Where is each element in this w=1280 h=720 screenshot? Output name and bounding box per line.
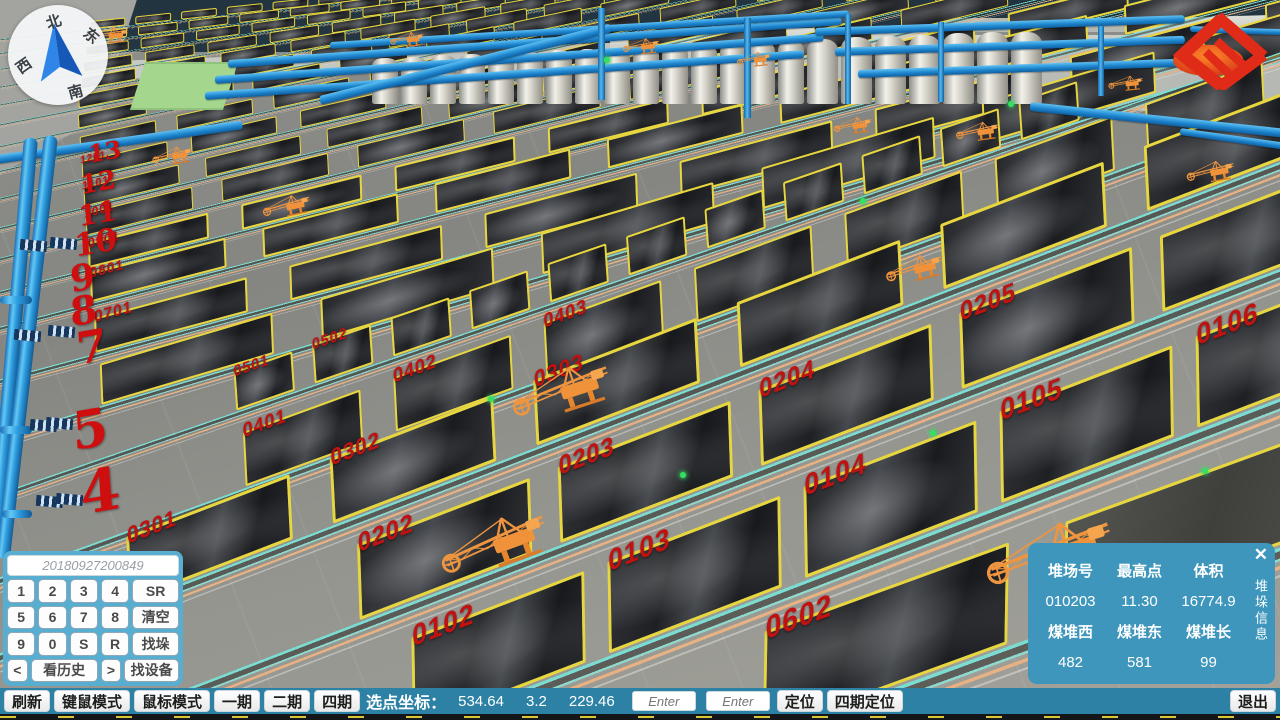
keypad-key[interactable]: 看历史 [31,659,98,683]
row-number-marker: 7 [75,323,108,372]
keyboard-mouse-mode-button[interactable]: 键鼠模式 [54,690,130,712]
status-light [1202,468,1208,474]
scene-bottom-strip [0,714,1280,720]
silo [807,39,838,105]
keypad-key[interactable]: < [7,659,28,683]
keypad-key[interactable]: 3 [70,579,98,603]
info-field-value: 11.30 [1105,593,1174,610]
keypad-key[interactable]: 6 [38,606,66,630]
exit-button[interactable]: 退出 [1230,690,1276,712]
coord-z-value: 229.46 [569,693,615,710]
keypad-key[interactable]: 找垛 [132,632,179,656]
row-number-marker: 4 [78,458,122,523]
conveyor-post [845,14,851,104]
info-field-value: 581 [1105,654,1174,671]
pile-info-grid: 堆场号最高点体积 01020311.3016774.9 煤堆西煤堆东煤堆长 48258… [1036,555,1243,676]
mouse-mode-button[interactable]: 鼠标模式 [134,690,210,712]
refresh-button[interactable]: 刷新 [4,690,50,712]
info-field-value: 16774.9 [1174,593,1243,610]
keypad-key[interactable]: 7 [70,606,98,630]
coord-x-value: 534.64 [458,693,504,710]
status-light [860,198,866,204]
silo [691,44,717,104]
keypad-key[interactable]: 4 [101,579,129,603]
keypad-key[interactable]: R [101,632,129,656]
pipe-junction [20,239,48,252]
status-light [488,396,494,402]
phase1-button[interactable]: 一期 [214,690,260,712]
info-field-label: 堆场号 [1036,560,1105,581]
keypad-key[interactable]: 8 [101,606,129,630]
coord-input-2[interactable] [706,691,770,711]
keypad-key[interactable]: 5 [7,606,35,630]
status-light [930,430,936,436]
status-light [604,57,610,63]
phase4-locate-button[interactable]: 四期定位 [827,690,903,712]
history-timestamp-input[interactable] [7,555,179,576]
keypad-key[interactable]: S [70,632,98,656]
keypad-key[interactable]: 9 [7,632,35,656]
pipe-junction [56,493,84,506]
blue-pipe [2,510,32,518]
keypad-key[interactable]: 2 [38,579,66,603]
close-icon[interactable]: ✕ [1254,546,1268,563]
conveyor-post [1098,26,1104,96]
phase4-button[interactable]: 四期 [314,690,360,712]
green-field [130,62,238,110]
keypad-key[interactable]: SR [132,579,179,603]
coal-yard-3d-view[interactable]: 1201110110010901080107010501050204010402… [0,0,1280,720]
phase2-button[interactable]: 二期 [264,690,310,712]
pipe-junction [14,329,42,342]
keypad-key[interactable]: > [101,659,122,683]
keypad-key[interactable]: 找设备 [124,659,179,683]
info-field-value: 010203 [1036,593,1105,610]
row-number-marker: 5 [70,401,109,459]
status-light [680,472,686,478]
bottom-toolbar: 刷新 键鼠模式 鼠标模式 一期 二期 四期 选点坐标： 534.64 3.2 2… [0,688,1280,714]
status-light [1008,101,1014,107]
info-field-label: 体积 [1174,560,1243,581]
info-field-label: 煤堆长 [1174,621,1243,642]
pipe-junction [46,417,74,430]
coord-input-1[interactable] [632,691,696,711]
info-field-value: 482 [1036,654,1105,671]
locate-button[interactable]: 定位 [777,690,823,712]
conveyor-post [598,8,605,100]
blue-pipe [0,296,32,304]
history-keypad-panel: 1234SR5678清空90SR找垛<看历史>找设备 [3,551,183,686]
keypad-key[interactable]: 1 [7,579,35,603]
compass: 北 东 南 西 [8,5,108,105]
company-logo [1172,12,1274,90]
compass-south-label: 南 [66,79,86,103]
keypad-key[interactable]: 0 [38,632,66,656]
info-field-label: 煤堆西 [1036,621,1105,642]
pile-info-tab[interactable]: 堆垛信息 [1251,579,1270,643]
row-number-marker: 13 [87,137,122,167]
info-field-label: 煤堆东 [1105,621,1174,642]
picked-point-label: 选点坐标： [366,689,446,713]
blue-pipe [0,426,32,434]
keypad-key[interactable]: 清空 [132,606,179,630]
info-field-label: 最高点 [1105,560,1174,581]
conveyor-post [938,22,944,102]
coord-y-value: 3.2 [526,693,547,710]
info-field-value: 99 [1174,654,1243,671]
pile-info-panel: ✕ 堆垛信息 堆场号最高点体积 01020311.3016774.9 煤堆西煤堆东煤… [1028,543,1275,684]
